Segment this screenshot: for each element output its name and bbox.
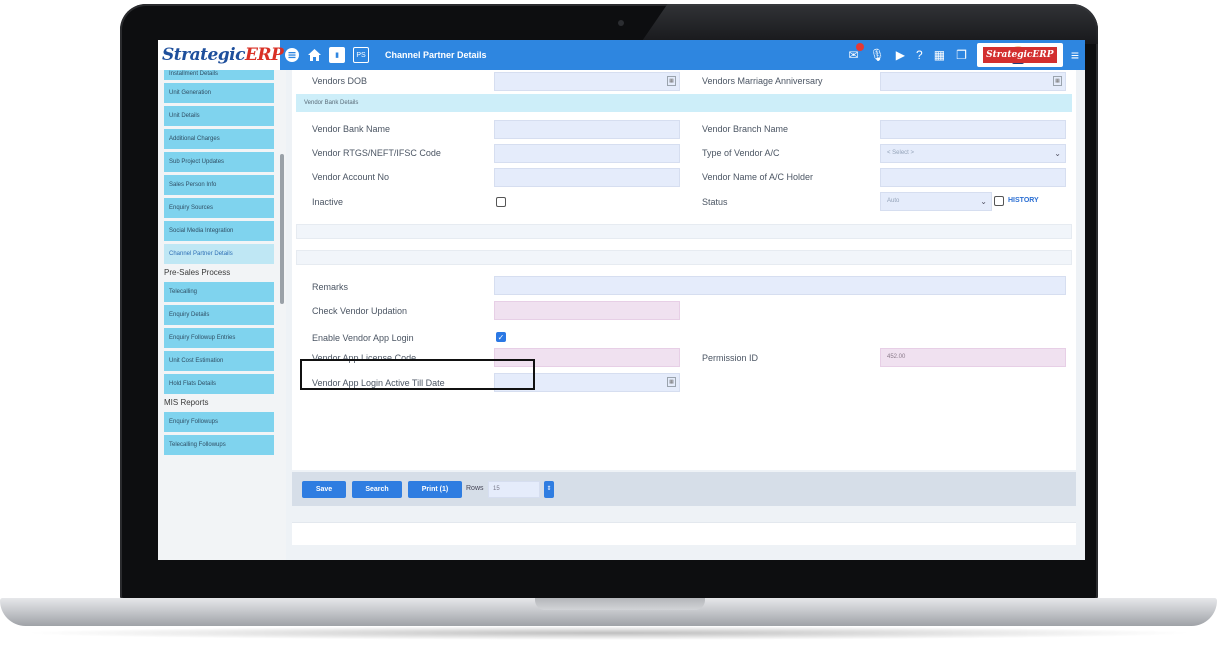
action-bar: Save Search Print (1) Rows 15 ⇕ <box>292 472 1076 506</box>
company-logo: StrategicERP <box>976 43 1063 67</box>
webcam-icon <box>618 20 624 26</box>
grid-area <box>292 522 1076 545</box>
sidebar-item-hold-flats-details[interactable]: Hold Flats Details <box>164 374 274 394</box>
help-icon[interactable]: ? <box>916 48 923 62</box>
chevron-down-icon: ⌄ <box>1054 149 1061 158</box>
enable-app-login-label: Enable Vendor App Login <box>312 333 414 343</box>
calculator-icon[interactable]: ▦ <box>934 48 945 62</box>
ps-icon[interactable]: PS <box>353 47 369 63</box>
microphone-icon[interactable]: 🎙 <box>870 48 885 62</box>
remarks-input[interactable] <box>494 276 1066 295</box>
sidebar-item-enquiry-sources[interactable]: Enquiry Sources <box>164 198 274 218</box>
home-icon[interactable] <box>308 49 321 61</box>
sidebar-item-unit-generation[interactable]: Unit Generation <box>164 83 274 103</box>
account-no-input[interactable] <box>494 168 680 187</box>
sidebar-item-telecalling[interactable]: Telecalling <box>164 282 274 302</box>
blank-section <box>296 224 1072 239</box>
bookmark-icon[interactable]: ▮ <box>329 47 345 63</box>
sidebar-item-installment-details[interactable]: Installment Details <box>164 70 274 80</box>
brand-logo[interactable]: StrategicERP <box>158 40 284 70</box>
vendors-dob-label: Vendors DOB <box>312 76 368 86</box>
account-no-label: Vendor Account No <box>312 172 390 182</box>
sidebar-item-additional-charges[interactable]: Additional Charges <box>164 129 274 149</box>
menu-circle-icon[interactable] <box>284 47 300 63</box>
inactive-label: Inactive <box>312 197 344 207</box>
vendors-dob-field[interactable]: ▦ <box>494 72 680 91</box>
main-content: Vendors DOB ▦ Vendors Marriage Anniversa… <box>286 70 1085 560</box>
vendors-marriage-label: Vendors Marriage Anniversary <box>702 76 823 86</box>
sidebar-item-enquiry-followups[interactable]: Enquiry Followups <box>164 412 274 432</box>
calendar-icon[interactable]: ▦ <box>667 377 676 387</box>
branch-name-input[interactable] <box>880 120 1066 139</box>
history-link[interactable]: HISTORY <box>1008 197 1039 204</box>
print-button[interactable]: Print (1) <box>408 481 462 498</box>
copy-window-icon[interactable]: ❐ <box>956 48 967 62</box>
screen: StrategicERP ▮ PS Channel Partner Detail… <box>158 40 1085 560</box>
ac-holder-label: Vendor Name of A/C Holder <box>702 172 814 182</box>
inactive-checkbox[interactable] <box>496 197 506 207</box>
rows-spinner[interactable]: ⇕ <box>544 481 554 498</box>
sidebar-item-enquiry-followup-entries[interactable]: Enquiry Followup Entries <box>164 328 274 348</box>
laptop-glare <box>640 4 1098 44</box>
vendors-marriage-field[interactable]: ▦ <box>880 72 1066 91</box>
bank-name-input[interactable] <box>494 120 680 139</box>
form-panel: Vendors DOB ▦ Vendors Marriage Anniversa… <box>292 70 1076 470</box>
page-title: Channel Partner Details <box>385 50 487 60</box>
check-updation-field[interactable] <box>494 301 680 320</box>
sidebar-item-social-media-integration[interactable]: Social Media Integration <box>164 221 274 241</box>
sidebar: Installment Details Unit Generation Unit… <box>158 70 286 560</box>
sidebar-item-channel-partner-details[interactable]: Channel Partner Details <box>164 244 274 264</box>
mail-icon[interactable]: ✉ <box>849 43 864 62</box>
chevron-down-icon: ⌄ <box>980 197 987 206</box>
ac-holder-input[interactable] <box>880 168 1066 187</box>
permission-id-label: Permission ID <box>702 353 759 363</box>
calendar-icon[interactable]: ▦ <box>667 76 676 86</box>
remarks-label: Remarks <box>312 282 349 292</box>
sidebar-heading-mis-reports: MIS Reports <box>164 398 209 407</box>
ifsc-label: Vendor RTGS/NEFT/IFSC Code <box>312 148 441 158</box>
ac-type-select[interactable]: < Select > ⌄ <box>880 144 1066 163</box>
save-button[interactable]: Save <box>302 481 346 498</box>
rows-input[interactable]: 15 <box>488 481 540 498</box>
rows-label: Rows <box>466 485 484 492</box>
sidebar-heading-pre-sales: Pre-Sales Process <box>164 268 231 277</box>
check-updation-label: Check Vendor Updation <box>312 306 408 316</box>
blank-section <box>296 250 1072 265</box>
bank-name-label: Vendor Bank Name <box>312 124 391 134</box>
sidebar-scrollbar[interactable] <box>280 154 284 304</box>
ac-type-label: Type of Vendor A/C <box>702 148 780 158</box>
laptop-notch <box>535 598 705 610</box>
sidebar-item-unit-details[interactable]: Unit Details <box>164 106 274 126</box>
sidebar-item-sub-project-updates[interactable]: Sub Project Updates <box>164 152 274 172</box>
status-select[interactable]: Auto ⌄ <box>880 192 992 211</box>
ifsc-input[interactable] <box>494 144 680 163</box>
permission-id-field[interactable]: 452.00 <box>880 348 1066 367</box>
calendar-icon[interactable]: ▦ <box>1053 76 1062 86</box>
laptop-shadow <box>20 626 1197 640</box>
sidebar-item-telecalling-followups[interactable]: Telecalling Followups <box>164 435 274 455</box>
highlight-box <box>300 359 535 390</box>
video-icon[interactable]: ▶ <box>896 48 905 62</box>
status-label: Status <box>702 197 728 207</box>
bank-details-section: Vendor Bank Details <box>296 94 1072 112</box>
sidebar-item-sales-person-info[interactable]: Sales Person Info <box>164 175 274 195</box>
branch-name-label: Vendor Branch Name <box>702 124 789 134</box>
sidebar-item-enquiry-details[interactable]: Enquiry Details <box>164 305 274 325</box>
sidebar-item-unit-cost-estimation[interactable]: Unit Cost Estimation <box>164 351 274 371</box>
enable-app-login-checkbox[interactable]: ✓ <box>496 332 506 342</box>
hamburger-icon[interactable]: ≡ <box>1071 47 1079 63</box>
search-button[interactable]: Search <box>352 481 402 498</box>
history-checkbox[interactable] <box>994 196 1004 206</box>
app-header: StrategicERP ▮ PS Channel Partner Detail… <box>158 40 1085 70</box>
